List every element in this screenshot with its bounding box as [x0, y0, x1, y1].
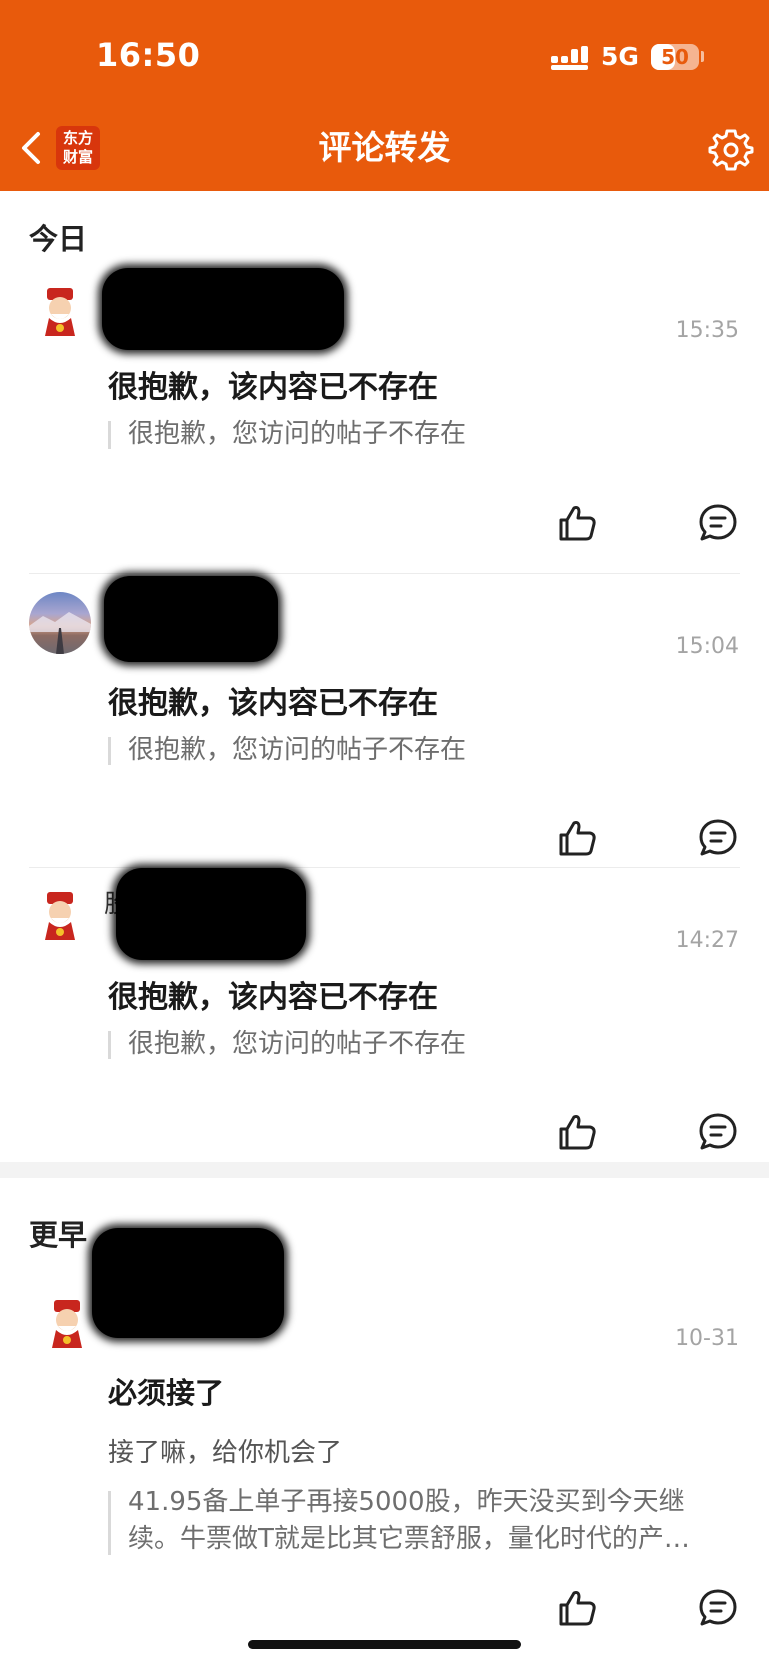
quoted-post[interactable]: 41.95备上单子再接5000股，昨天没买到今天继 续。牛票做T就是比其它票舒服… — [128, 1484, 690, 1558]
redaction-mark — [116, 868, 306, 960]
quote-line: 很抱歉，您访问的帖子不存在 — [128, 735, 467, 765]
section-today-label: 今日 — [29, 222, 88, 256]
quote-bar — [108, 1031, 111, 1059]
comment-button[interactable] — [697, 1111, 739, 1153]
timestamp: 15:35 — [675, 318, 739, 343]
avatar[interactable] — [29, 886, 91, 948]
quoted-post[interactable]: 很抱歉，您访问的帖子不存在 — [128, 1026, 466, 1063]
gear-icon — [708, 129, 754, 171]
status-time: 16:50 — [96, 36, 201, 74]
avatar[interactable] — [29, 592, 91, 654]
list-item[interactable]: 10-31 必须接了 接了嘛，给你机会了 41.95备上单子再接5000股，昨天… — [0, 1228, 769, 1656]
thumbs-up-icon — [559, 1115, 596, 1150]
like-button[interactable] — [557, 1111, 599, 1153]
avatar[interactable] — [29, 282, 91, 344]
timestamp: 10-31 — [675, 1326, 739, 1351]
network-type: 5G — [601, 42, 639, 71]
comment-title: 必须接了 — [108, 1376, 225, 1410]
battery-percent: 50 — [661, 45, 689, 69]
redaction-mark — [102, 268, 344, 350]
comment-title: 很抱歉，该内容已不存在 — [108, 980, 438, 1015]
like-button[interactable] — [557, 1587, 599, 1629]
reply-text: 接了嘛，给你机会了 — [108, 1438, 343, 1468]
quote-bar — [108, 421, 111, 449]
road-landscape-icon — [29, 612, 91, 654]
comment-bubble-icon — [699, 819, 737, 856]
comment-title: 很抱歉，该内容已不存在 — [108, 370, 438, 405]
list-item[interactable]: 股 5 14:27 很抱歉，该内容已不存在 很抱歉，您访问的帖子不存在 — [0, 868, 769, 1158]
app-header: 16:50 5G 50 东方 财富 评论转发 — [0, 0, 769, 191]
quote-line: 41.95备上单子再接5000股，昨天没买到今天继 — [128, 1487, 685, 1517]
battery-cap — [701, 51, 704, 62]
quote-line: 续。牛票做T就是比其它票舒服，量化时代的产… — [128, 1524, 690, 1554]
redaction-mark — [92, 1228, 284, 1338]
page-title: 评论转发 — [318, 128, 451, 167]
fortune-god-icon — [45, 892, 75, 940]
fortune-god-icon — [52, 1300, 82, 1348]
thumbs-up-icon — [559, 821, 596, 856]
screen: 16:50 5G 50 东方 财富 评论转发 今日 15:35 很抱歉，该内容已… — [0, 0, 769, 1665]
battery-icon: 50 — [651, 44, 699, 70]
timestamp: 15:04 — [675, 634, 739, 659]
like-button[interactable] — [557, 817, 599, 859]
quote-bar — [108, 1491, 111, 1555]
comment-bubble-icon — [699, 1589, 737, 1626]
comment-button[interactable] — [697, 502, 739, 544]
avatar[interactable] — [36, 1294, 98, 1356]
comment-button[interactable] — [697, 1587, 739, 1629]
redaction-mark — [104, 576, 278, 662]
quoted-post[interactable]: 很抱歉，您访问的帖子不存在 — [128, 416, 466, 453]
quote-line: 很抱歉，您访问的帖子不存在 — [128, 419, 467, 449]
thumbs-up-icon — [559, 506, 596, 541]
thumbs-up-icon — [559, 1591, 596, 1626]
like-button[interactable] — [557, 502, 599, 544]
comment-bubble-icon — [699, 504, 737, 541]
signal-icon — [551, 46, 588, 70]
comment-bubble-icon — [699, 1113, 737, 1150]
comment-button[interactable] — [697, 817, 739, 859]
comment-title: 很抱歉，该内容已不存在 — [108, 686, 438, 721]
quoted-post[interactable]: 很抱歉，您访问的帖子不存在 — [128, 732, 466, 769]
quote-line: 很抱歉，您访问的帖子不存在 — [128, 1029, 467, 1059]
list-item[interactable]: 15:04 很抱歉，该内容已不存在 很抱歉，您访问的帖子不存在 — [0, 574, 769, 864]
quote-bar — [108, 737, 111, 765]
home-indicator[interactable] — [248, 1640, 521, 1649]
timestamp: 14:27 — [675, 928, 739, 953]
section-separator — [0, 1162, 769, 1178]
fortune-god-icon — [45, 288, 75, 336]
settings-button[interactable] — [708, 127, 754, 173]
list-item[interactable]: 诚 15:35 很抱歉，该内容已不存在 很抱歉，您访问的帖子不存在 — [0, 258, 769, 548]
section-earlier-label: 更早 — [29, 1218, 88, 1252]
